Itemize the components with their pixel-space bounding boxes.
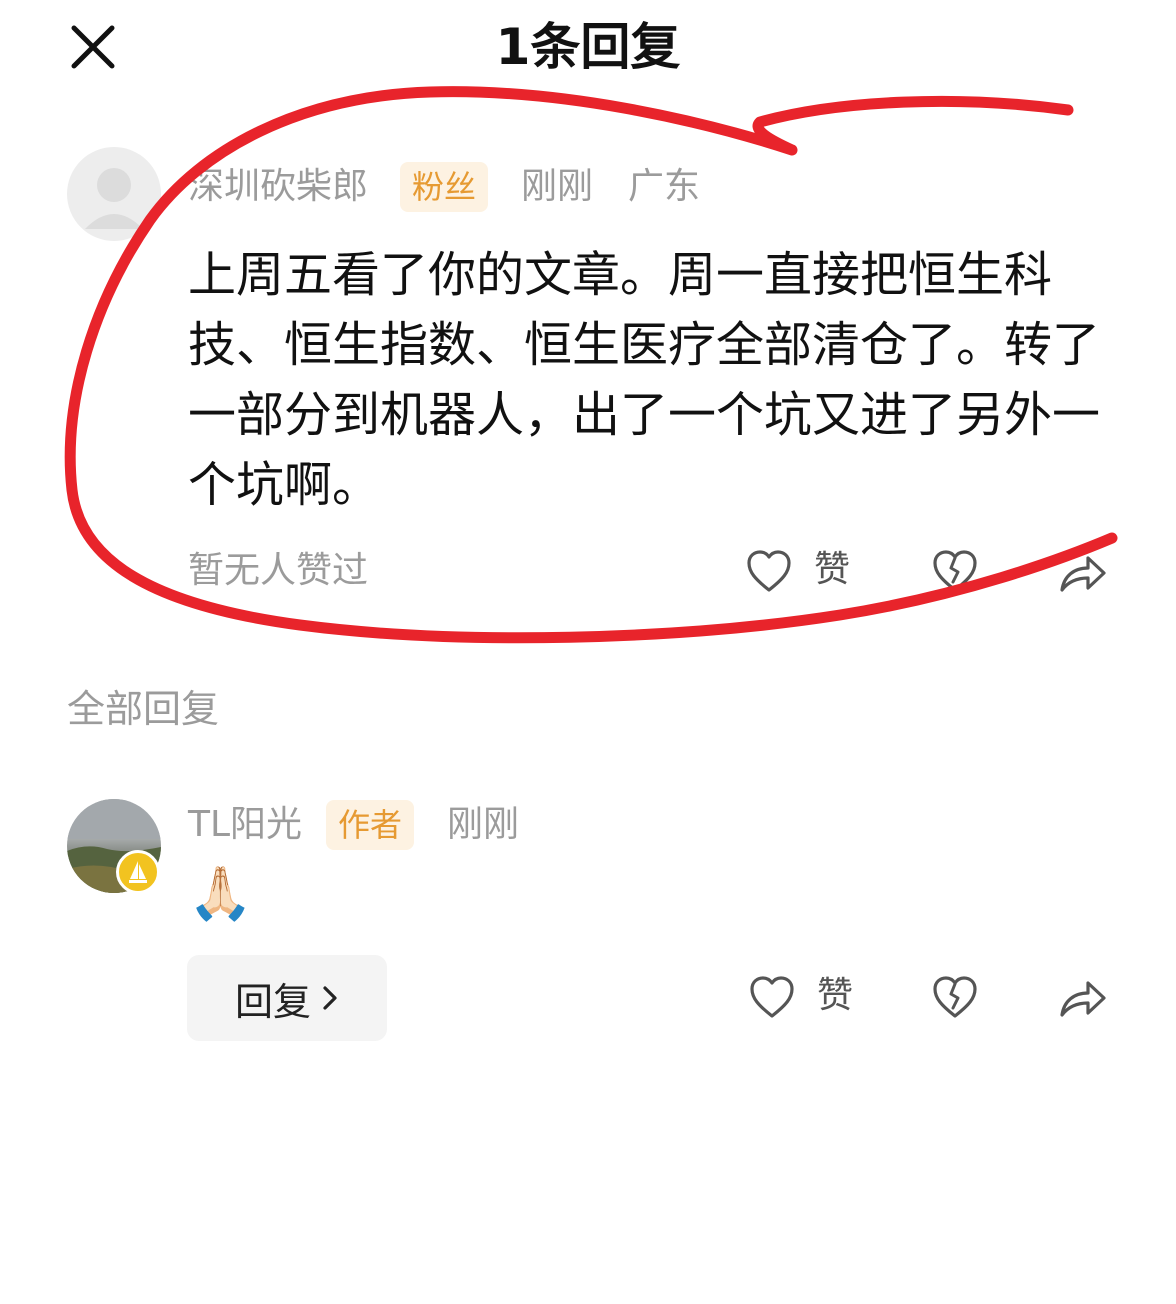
share-arrow-icon	[1060, 556, 1106, 592]
dislike-button[interactable]	[931, 548, 979, 596]
fan-badge: 粉丝	[400, 162, 489, 212]
like-button[interactable]	[745, 548, 793, 596]
reply-button-label: 回复	[234, 979, 311, 1024]
chevron-right-icon	[323, 986, 337, 1010]
reply-username[interactable]: TL阳光	[188, 801, 302, 849]
sailboat-icon	[129, 861, 147, 883]
page-title: 1条回复	[495, 18, 681, 76]
reply-emoji: 🙏🏻	[188, 864, 253, 924]
all-replies-heading: 全部回复	[67, 687, 220, 731]
likes-summary: 暂无人赞过	[188, 550, 369, 591]
comment-location: 广东	[628, 166, 701, 207]
reply-like-label[interactable]: 赞	[817, 972, 853, 1020]
broken-heart-icon	[933, 550, 977, 592]
comment-time: 刚刚	[521, 166, 594, 207]
reply-share-button[interactable]	[1058, 975, 1108, 1021]
share-arrow-icon	[1060, 981, 1106, 1017]
author-badge: 作者	[326, 800, 415, 850]
comment-text: 上周五看了你的文章。周一直接把恒生科技、恒生指数、恒生医疗全部清仓了。转了一部分…	[188, 247, 1101, 513]
reply-like-button[interactable]	[748, 974, 796, 1022]
broken-heart-icon	[933, 976, 977, 1018]
reply-time: 刚刚	[447, 804, 520, 845]
comment-username[interactable]: 深圳砍柴郎	[188, 163, 368, 211]
heart-icon	[750, 976, 794, 1018]
reply-button[interactable]: 回复	[187, 955, 387, 1041]
reply-dislike-button[interactable]	[931, 974, 979, 1022]
vip-badge	[116, 850, 160, 894]
like-label[interactable]: 赞	[814, 546, 850, 594]
share-button[interactable]	[1058, 550, 1108, 596]
heart-icon	[747, 550, 791, 592]
default-avatar-icon	[85, 168, 143, 229]
avatar[interactable]	[67, 147, 161, 241]
